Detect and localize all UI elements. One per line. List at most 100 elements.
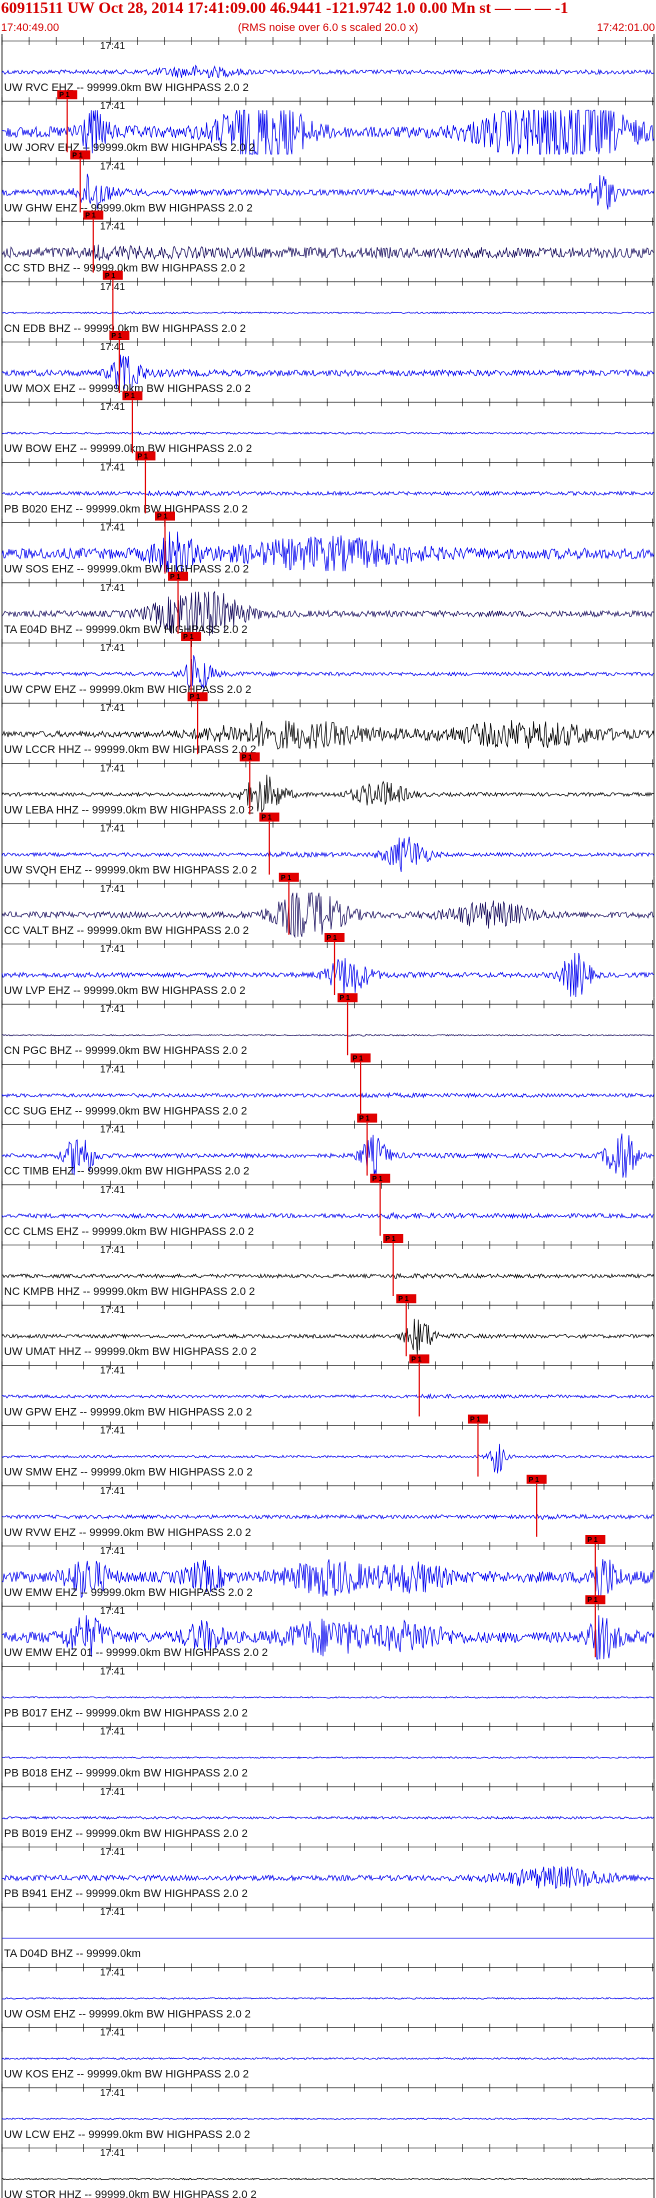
- pick-label: P 1: [137, 453, 147, 460]
- trace-row: 17:41 UW GHW EHZ -- 99999.0km BW HIGHPASS…: [1, 150, 655, 215]
- trace-row: 17:41 UW EMW EHZ -- 99999.0km BW HIGHPASS…: [1, 1535, 655, 1600]
- time-mark-label: 17:41: [100, 1787, 125, 1798]
- station-label: UW EMW EHZ 01 -- 99999.0km BW HIGHPASS 2…: [4, 1647, 268, 1659]
- pick-label: P 1: [587, 1597, 597, 1604]
- waveform: [1, 1211, 655, 1220]
- station-label: UW JORV EHZ -- 99999.0km BW HIGHPASS 2.0…: [4, 142, 255, 154]
- station-label: UW LCW EHZ -- 99999.0km BW HIGHPASS 2.0 …: [4, 2129, 250, 2141]
- time-mark-label: 17:41: [100, 1727, 125, 1738]
- trace-row: 17:41 UW RVW EHZ -- 99999.0km BW HIGHPASS…: [1, 1474, 655, 1539]
- time-mark-label: 17:41: [100, 222, 125, 233]
- trace-row: 17:41 UW STOR HHZ -- 99999.0km BW HIGHPAS…: [1, 2141, 655, 2198]
- trace-row: 17:41 UW LVP EHZ -- 99999.0km BW HIGHPASS…: [1, 933, 655, 998]
- pick-label: P 1: [85, 213, 95, 220]
- station-label: UW GPW EHZ -- 99999.0km BW HIGHPASS 2.0 …: [4, 1406, 252, 1418]
- trace-row: 17:41 UW OSM EHZ -- 99999.0km BW HIGHPASS…: [1, 1960, 655, 2021]
- seismogram-plot: 17:41 UW RVC EHZ -- 99999.0km BW HIGHPASS…: [1, 34, 655, 2198]
- trace-row: 17:41 NC KMPB HHZ -- 99999.0km BW HIGHPAS…: [1, 1234, 655, 1299]
- time-mark-label: 17:41: [100, 342, 125, 353]
- trace-row: 17:41 UW CPW EHZ -- 99999.0km BW HIGHPASS…: [1, 632, 655, 697]
- time-mark-label: 17:41: [100, 944, 125, 955]
- station-label: UW LVP EHZ -- 99999.0km BW HIGHPASS 2.0 …: [4, 985, 245, 997]
- time-mark-label: 17:41: [100, 1907, 125, 1918]
- pick-label: P 1: [398, 1296, 408, 1303]
- trace-row: 17:41CN EDB BHZ -- 99999.0km BW HIGHPASS…: [1, 270, 655, 335]
- trace-row: 17:41 UW UMAT HHZ -- 99999.0km BW HIGHPAS…: [1, 1294, 655, 1359]
- time-mark-label: 17:41: [100, 2028, 125, 2039]
- trace-row: 17:41 UW JORV EHZ -- 99999.0km BW HIGHPAS…: [1, 90, 655, 155]
- trace-row: 17:41 UW BOW EHZ -- 99999.0km BW HIGHPASS…: [1, 391, 655, 456]
- pick-label: P 1: [59, 92, 69, 99]
- station-label: CC VALT BHZ -- 99999.0km BW HIGHPASS 2.0…: [4, 925, 249, 937]
- station-label: PB B941 EHZ -- 99999.0km BW HIGHPASS 2.0…: [4, 1888, 248, 1900]
- station-label: UW CPW EHZ -- 99999.0km BW HIGHPASS 2.0 …: [4, 684, 251, 696]
- station-label: TA E04D BHZ -- 99999.0km BW HIGHPASS 2.0…: [4, 624, 248, 636]
- time-mark-label: 17:41: [100, 1365, 125, 1376]
- time-mark-label: 17:41: [100, 1064, 125, 1075]
- station-label: UW RVC EHZ -- 99999.0km BW HIGHPASS 2.0 …: [4, 82, 249, 94]
- trace-row: 17:41 TA E04D BHZ -- 99999.0km BW HIGHPAS…: [1, 571, 655, 637]
- waveform: [1, 2117, 655, 2121]
- waveform: [1, 1272, 655, 1280]
- pick-label: P 1: [340, 995, 350, 1002]
- time-mark-label: 17:41: [100, 1125, 125, 1136]
- station-label: PB B020 EHZ -- 99999.0km BW HIGHPASS 2.0…: [4, 503, 248, 515]
- trace-row: 17:41 PB B020 EHZ -- 99999.0km BW HIGHPAS…: [1, 451, 655, 516]
- trace-row: 17:41 UW LCW EHZ -- 99999.0km BW HIGHPASS…: [1, 2080, 655, 2141]
- station-label: UW KOS EHZ -- 99999.0km BW HIGHPASS 2.0 …: [4, 2069, 249, 2081]
- time-mark-label: 17:41: [100, 101, 125, 112]
- time-mark-label: 17:41: [100, 1967, 125, 1978]
- trace-row: 17:41 CC TIMB EHZ -- 99999.0km BW HIGHPAS…: [1, 1113, 655, 1178]
- trace-row: 17:41 CC VALT BHZ -- 99999.0km BW HIGHPAS…: [1, 872, 655, 939]
- station-label: CC STD BHZ -- 99999.0km BW HIGHPASS 2.0 …: [4, 263, 245, 275]
- time-mark-label: 17:41: [100, 41, 125, 52]
- pick-label: P 1: [183, 634, 193, 641]
- station-label: CN PGC BHZ -- 99999.0km BW HIGHPASS 2.0 …: [4, 1045, 247, 1057]
- pick-label: P 1: [359, 1116, 369, 1123]
- time-mark-label: 17:41: [100, 402, 125, 413]
- waveform: [1, 1393, 655, 1400]
- pick-label: P 1: [529, 1477, 539, 1484]
- station-label: UW SVQH EHZ -- 99999.0km BW HIGHPASS 2.0…: [4, 865, 257, 877]
- pick-label: P 1: [470, 1417, 480, 1424]
- pick-label: P 1: [190, 694, 200, 701]
- trace-row: 17:41 TA D04D BHZ -- 99999.0km: [1, 1900, 655, 1961]
- time-mark-label: 17:41: [100, 1486, 125, 1497]
- waveform: [1, 311, 655, 315]
- station-label: CC SUG EHZ -- 99999.0km BW HIGHPASS 2.0 …: [4, 1105, 247, 1117]
- trace-row: 17:41 CC CLMS EHZ -- 99999.0km BW HIGHPAS…: [1, 1173, 655, 1238]
- waveform: [1, 431, 655, 436]
- pick-marker: P 1: [526, 1474, 547, 1537]
- waveform: [2, 1865, 655, 1889]
- trace-row: 17:41 CC STD BHZ -- 99999.0km BW HIGHPASS…: [1, 210, 655, 275]
- station-label: UW UMAT HHZ -- 99999.0km BW HIGHPASS 2.0…: [4, 1346, 256, 1358]
- station-label: CC TIMB EHZ -- 99999.0km BW HIGHPASS 2.0…: [4, 1166, 249, 1178]
- waveform: [1, 64, 655, 79]
- waveform: [1, 1756, 655, 1759]
- time-mark-label: 17:41: [100, 1245, 125, 1256]
- station-label: UW LCCR HHZ -- 99999.0km BW HIGHPASS 2.0…: [4, 744, 256, 756]
- time-mark-label: 17:41: [100, 1606, 125, 1617]
- time-mark-label: 17:41: [100, 1305, 125, 1316]
- time-mark-label: 17:41: [100, 1666, 125, 1677]
- time-mark-label: 17:41: [100, 824, 125, 835]
- time-mark-label: 17:41: [100, 1546, 125, 1557]
- time-mark-label: 17:41: [100, 161, 125, 172]
- pick-label: P 1: [411, 1356, 421, 1363]
- waveform: [1, 1091, 655, 1099]
- station-label: PB B018 EHZ -- 99999.0km BW HIGHPASS 2.0…: [4, 1768, 248, 1780]
- time-mark-label: 17:41: [100, 1004, 125, 1015]
- station-label: UW EMW EHZ -- 99999.0km BW HIGHPASS 2.0 …: [4, 1587, 253, 1599]
- pick-marker: P 1: [259, 812, 280, 875]
- station-label: UW OSM EHZ -- 99999.0km BW HIGHPASS 2.0 …: [4, 2008, 251, 2020]
- trace-row: 17:41 UW SMW EHZ -- 99999.0km BW HIGHPASS…: [1, 1414, 655, 1479]
- pick-marker: P 1: [409, 1354, 430, 1417]
- pick-marker: P 1: [383, 1234, 404, 1296]
- station-label: UW STOR HHZ -- 99999.0km BW HIGHPASS 2.0…: [4, 2189, 257, 2198]
- station-label: TA D04D BHZ -- 99999.0km: [4, 1948, 141, 1960]
- time-mark-label: 17:41: [100, 583, 125, 594]
- waveform: [1, 1696, 655, 1699]
- station-label: UW SOS EHZ -- 99999.0km BW HIGHPASS 2.0 …: [4, 564, 249, 576]
- station-label: UW RVW EHZ -- 99999.0km BW HIGHPASS 2.0 …: [4, 1527, 251, 1539]
- waveform: [1, 2057, 655, 2061]
